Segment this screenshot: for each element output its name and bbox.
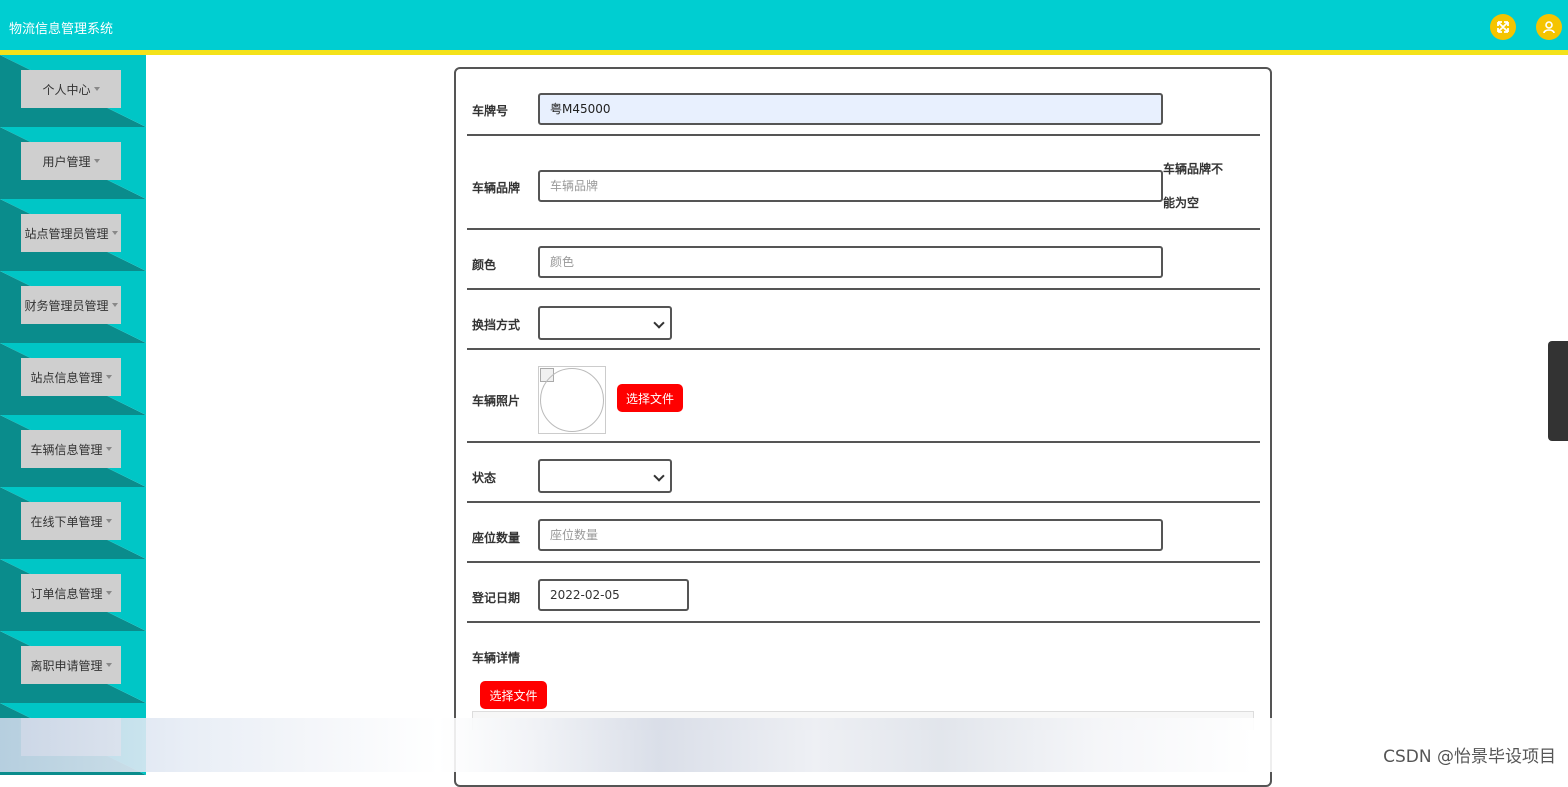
sidebar-item-online-order[interactable]: 在线下单管理 bbox=[0, 487, 146, 559]
detail-upload-button[interactable]: 选择文件 bbox=[480, 681, 547, 709]
menu-button[interactable]: 车辆信息管理 bbox=[21, 430, 121, 468]
chevron-down-icon bbox=[653, 470, 665, 482]
caret-down-icon bbox=[111, 231, 118, 235]
user-icon[interactable] bbox=[1536, 14, 1562, 40]
menu-label: 站点管理员管理 bbox=[24, 226, 109, 241]
caret-down-icon bbox=[93, 159, 100, 163]
photo-preview bbox=[538, 366, 606, 434]
plate-input[interactable]: 粤M45000 bbox=[538, 93, 1163, 125]
menu-button[interactable]: 在线下单管理 bbox=[21, 502, 121, 540]
top-bar: 物流信息管理系统 bbox=[0, 0, 1568, 55]
sidebar-item-personal-center[interactable]: 个人中心 bbox=[0, 55, 146, 127]
menu-button[interactable]: 财务管理员管理 bbox=[21, 286, 121, 324]
menu-label: 车辆信息管理 bbox=[30, 442, 103, 457]
menu-label: 站点信息管理 bbox=[30, 370, 103, 385]
caret-down-icon bbox=[93, 87, 100, 91]
app-title: 物流信息管理系统 bbox=[9, 22, 114, 37]
menu-label: 用户管理 bbox=[42, 154, 91, 169]
caret-down-icon bbox=[105, 591, 112, 595]
photo-upload-button[interactable]: 选择文件 bbox=[617, 384, 683, 412]
menu-label: 订单信息管理 bbox=[30, 586, 103, 601]
color-input[interactable]: 颜色 bbox=[538, 246, 1163, 278]
seats-input[interactable]: 座位数量 bbox=[538, 519, 1163, 551]
brand-input[interactable]: 车辆品牌 bbox=[538, 170, 1163, 202]
divider bbox=[467, 441, 1260, 443]
sidebar-item-order-info[interactable]: 订单信息管理 bbox=[0, 559, 146, 631]
caret-down-icon bbox=[105, 447, 112, 451]
chevron-down-icon bbox=[653, 317, 665, 329]
caret-down-icon bbox=[105, 663, 112, 667]
fullscreen-icon[interactable] bbox=[1490, 14, 1516, 40]
menu-label: 个人中心 bbox=[42, 82, 91, 97]
divider bbox=[467, 501, 1260, 503]
caret-down-icon bbox=[105, 519, 112, 523]
menu-label: 离职申请管理 bbox=[30, 658, 103, 673]
watermark: CSDN @怡景毕设项目 bbox=[1383, 747, 1556, 767]
sidebar-item-station-info[interactable]: 站点信息管理 bbox=[0, 343, 146, 415]
plate-label: 车牌号 bbox=[472, 104, 509, 118]
color-label: 颜色 bbox=[472, 258, 497, 272]
detail-label: 车辆详情 bbox=[472, 651, 521, 665]
gear-label: 换挡方式 bbox=[472, 318, 521, 332]
divider bbox=[467, 288, 1260, 290]
menu-label: 在线下单管理 bbox=[30, 514, 103, 529]
date-label: 登记日期 bbox=[472, 591, 521, 605]
menu-button[interactable]: 订单信息管理 bbox=[21, 574, 121, 612]
blurred-area bbox=[0, 718, 1568, 772]
sidebar-item-resignation[interactable]: 离职申请管理 bbox=[0, 631, 146, 703]
sidebar: 个人中心 用户管理 站点管理员管理 财务管理员管理 站点信息管理 车辆信息管理 … bbox=[0, 55, 146, 775]
menu-button[interactable]: 站点管理员管理 bbox=[21, 214, 121, 252]
divider bbox=[467, 621, 1260, 623]
caret-down-icon bbox=[111, 303, 118, 307]
sidebar-item-user-management[interactable]: 用户管理 bbox=[0, 127, 146, 199]
status-label: 状态 bbox=[472, 471, 497, 485]
seats-label: 座位数量 bbox=[472, 531, 521, 545]
menu-button[interactable]: 站点信息管理 bbox=[21, 358, 121, 396]
caret-down-icon bbox=[105, 375, 112, 379]
divider bbox=[467, 561, 1260, 563]
menu-button[interactable]: 用户管理 bbox=[21, 142, 121, 180]
divider bbox=[467, 134, 1260, 136]
side-panel-handle[interactable] bbox=[1548, 341, 1568, 441]
status-select[interactable] bbox=[538, 459, 672, 493]
brand-label: 车辆品牌 bbox=[472, 181, 521, 195]
divider bbox=[467, 348, 1260, 350]
avatar-circle bbox=[540, 368, 604, 432]
sidebar-item-finance-admin[interactable]: 财务管理员管理 bbox=[0, 271, 146, 343]
photo-label: 车辆照片 bbox=[472, 394, 521, 408]
brand-error: 车辆品牌不能为空 bbox=[1163, 162, 1224, 210]
menu-button[interactable]: 个人中心 bbox=[21, 70, 121, 108]
sidebar-item-station-admin[interactable]: 站点管理员管理 bbox=[0, 199, 146, 271]
date-input[interactable]: 2022-02-05 bbox=[538, 579, 689, 611]
gear-select[interactable] bbox=[538, 306, 672, 340]
divider bbox=[467, 228, 1260, 230]
sidebar-item-vehicle-info[interactable]: 车辆信息管理 bbox=[0, 415, 146, 487]
menu-label: 财务管理员管理 bbox=[24, 298, 109, 313]
menu-button[interactable]: 离职申请管理 bbox=[21, 646, 121, 684]
